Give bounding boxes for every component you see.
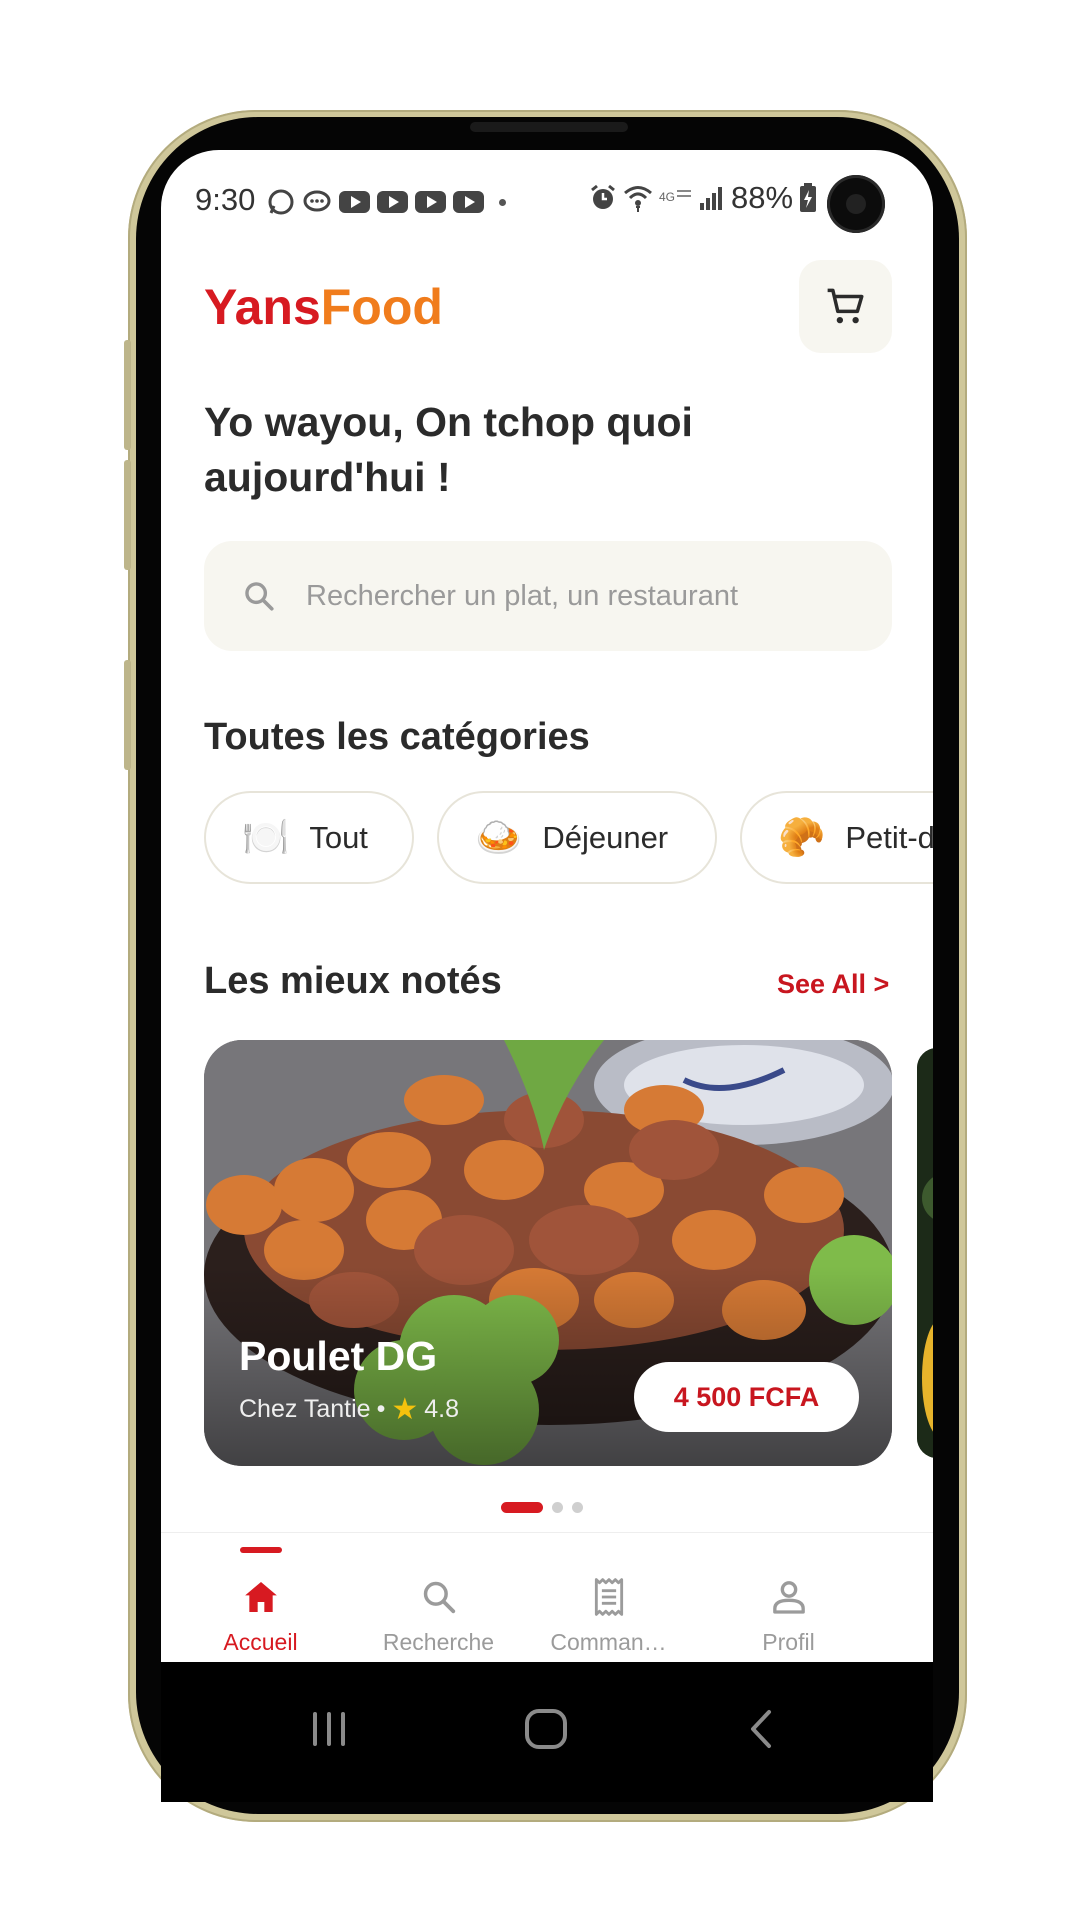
- category-chips: 🍽️ Tout 🍛 Déjeuner 🥐 Petit-d: [204, 791, 933, 884]
- nav-item-recherche[interactable]: Recherche: [351, 1533, 526, 1662]
- price-badge: 4 500 FCFA: [634, 1362, 859, 1432]
- nav-item-accueil[interactable]: Accueil: [173, 1533, 348, 1662]
- next-dish-card[interactable]: [917, 1048, 933, 1458]
- greeting-heading: Yo wayou, On tchop quoi aujourd'hui !: [204, 399, 693, 500]
- categories-title: Toutes les catégories: [204, 716, 590, 758]
- earpiece-speaker: [470, 122, 628, 132]
- app-screen: 9:30 4G 88% YansFood Yo wayou, On tchop …: [161, 150, 933, 1662]
- pagination-dot-active[interactable]: [501, 1502, 543, 1513]
- svg-text:4G: 4G: [659, 190, 675, 204]
- category-chip-label: Petit-d: [845, 819, 933, 855]
- recents-icon[interactable]: [309, 1704, 349, 1754]
- volume-button: [124, 340, 131, 450]
- battery-charging-icon: [800, 183, 817, 212]
- dish-photo: [917, 1048, 933, 1458]
- cart-icon: [827, 288, 863, 323]
- star-icon: ★: [391, 1393, 419, 1426]
- system-navigation-bar: [161, 1662, 933, 1802]
- restaurant-name: Chez Tantie: [239, 1395, 371, 1423]
- search-bar[interactable]: [204, 541, 892, 651]
- category-chip-dejeuner[interactable]: 🍛 Déjeuner: [437, 791, 717, 884]
- bixby-button: [124, 660, 131, 770]
- status-notification-icons: [267, 188, 506, 216]
- wifi-icon: [624, 186, 652, 212]
- search-icon: [420, 1575, 458, 1619]
- plate-icon: 🍽️: [242, 815, 290, 859]
- chat-icon: [303, 190, 331, 212]
- see-all-link[interactable]: See All >: [777, 969, 889, 1000]
- category-chip-petit-dejeuner[interactable]: 🥐 Petit-d: [740, 791, 933, 884]
- front-camera: [827, 175, 885, 233]
- category-chip-label: Tout: [309, 819, 368, 855]
- status-time: 9:30: [195, 182, 256, 217]
- dish-name: Poulet DG: [239, 1333, 438, 1379]
- youtube-icon: [415, 191, 446, 213]
- nav-item-profil[interactable]: Profil: [701, 1533, 876, 1662]
- cart-button[interactable]: [799, 260, 892, 353]
- dish-rating: 4.8: [424, 1395, 460, 1423]
- volte-icon: 4G: [659, 190, 691, 204]
- carousel-pagination: [501, 1502, 583, 1513]
- volume-button: [124, 460, 131, 570]
- youtube-icon: [453, 191, 484, 213]
- dish-meta: Chez Tantie • ★ 4.8: [239, 1392, 459, 1427]
- person-icon: [769, 1575, 809, 1619]
- logo-food: Food: [320, 279, 443, 335]
- youtube-icon: [339, 191, 370, 213]
- nav-label: Recherche: [382, 1629, 495, 1655]
- category-chip-label: Déjeuner: [542, 819, 669, 855]
- bottom-navigation: Accueil Recherche Comman… Profil: [161, 1532, 933, 1662]
- signal-icon: [700, 187, 722, 210]
- logo-yans: Yans: [204, 279, 321, 335]
- receipt-icon: [590, 1575, 628, 1619]
- search-input[interactable]: [304, 578, 828, 614]
- active-tab-indicator: [239, 1547, 282, 1553]
- curry-icon: 🍛: [475, 815, 523, 859]
- app-logo: YansFood: [204, 278, 443, 336]
- nav-item-commandes[interactable]: Comman…: [521, 1533, 696, 1662]
- nav-label: Profil: [762, 1629, 815, 1655]
- pagination-dot[interactable]: [572, 1502, 583, 1513]
- whatsapp-icon: [268, 189, 294, 215]
- search-icon: [245, 582, 274, 611]
- dish-card[interactable]: Poulet DG Chez Tantie • ★ 4.8 4 500 FCFA: [204, 1040, 892, 1466]
- croissant-icon: 🥐: [778, 815, 826, 859]
- pagination-dot[interactable]: [552, 1502, 563, 1513]
- home-button-icon[interactable]: [523, 1704, 569, 1754]
- youtube-icon: [377, 191, 408, 213]
- battery-percent: 88%: [731, 180, 794, 215]
- nav-label: Accueil: [223, 1629, 298, 1655]
- meta-separator: •: [376, 1395, 386, 1423]
- home-icon: [241, 1575, 281, 1619]
- top-rated-title: Les mieux notés: [204, 960, 502, 1002]
- alarm-icon: [591, 184, 615, 209]
- back-icon[interactable]: [741, 1704, 781, 1754]
- device-mockup: 9:30 4G 88% YansFood Yo wayou, On tchop …: [0, 0, 1086, 1932]
- more-notifications-dot: [499, 198, 506, 206]
- nav-label: Comman…: [550, 1629, 667, 1655]
- status-system-icons: 4G 88%: [589, 180, 817, 216]
- category-chip-tout[interactable]: 🍽️ Tout: [204, 791, 414, 884]
